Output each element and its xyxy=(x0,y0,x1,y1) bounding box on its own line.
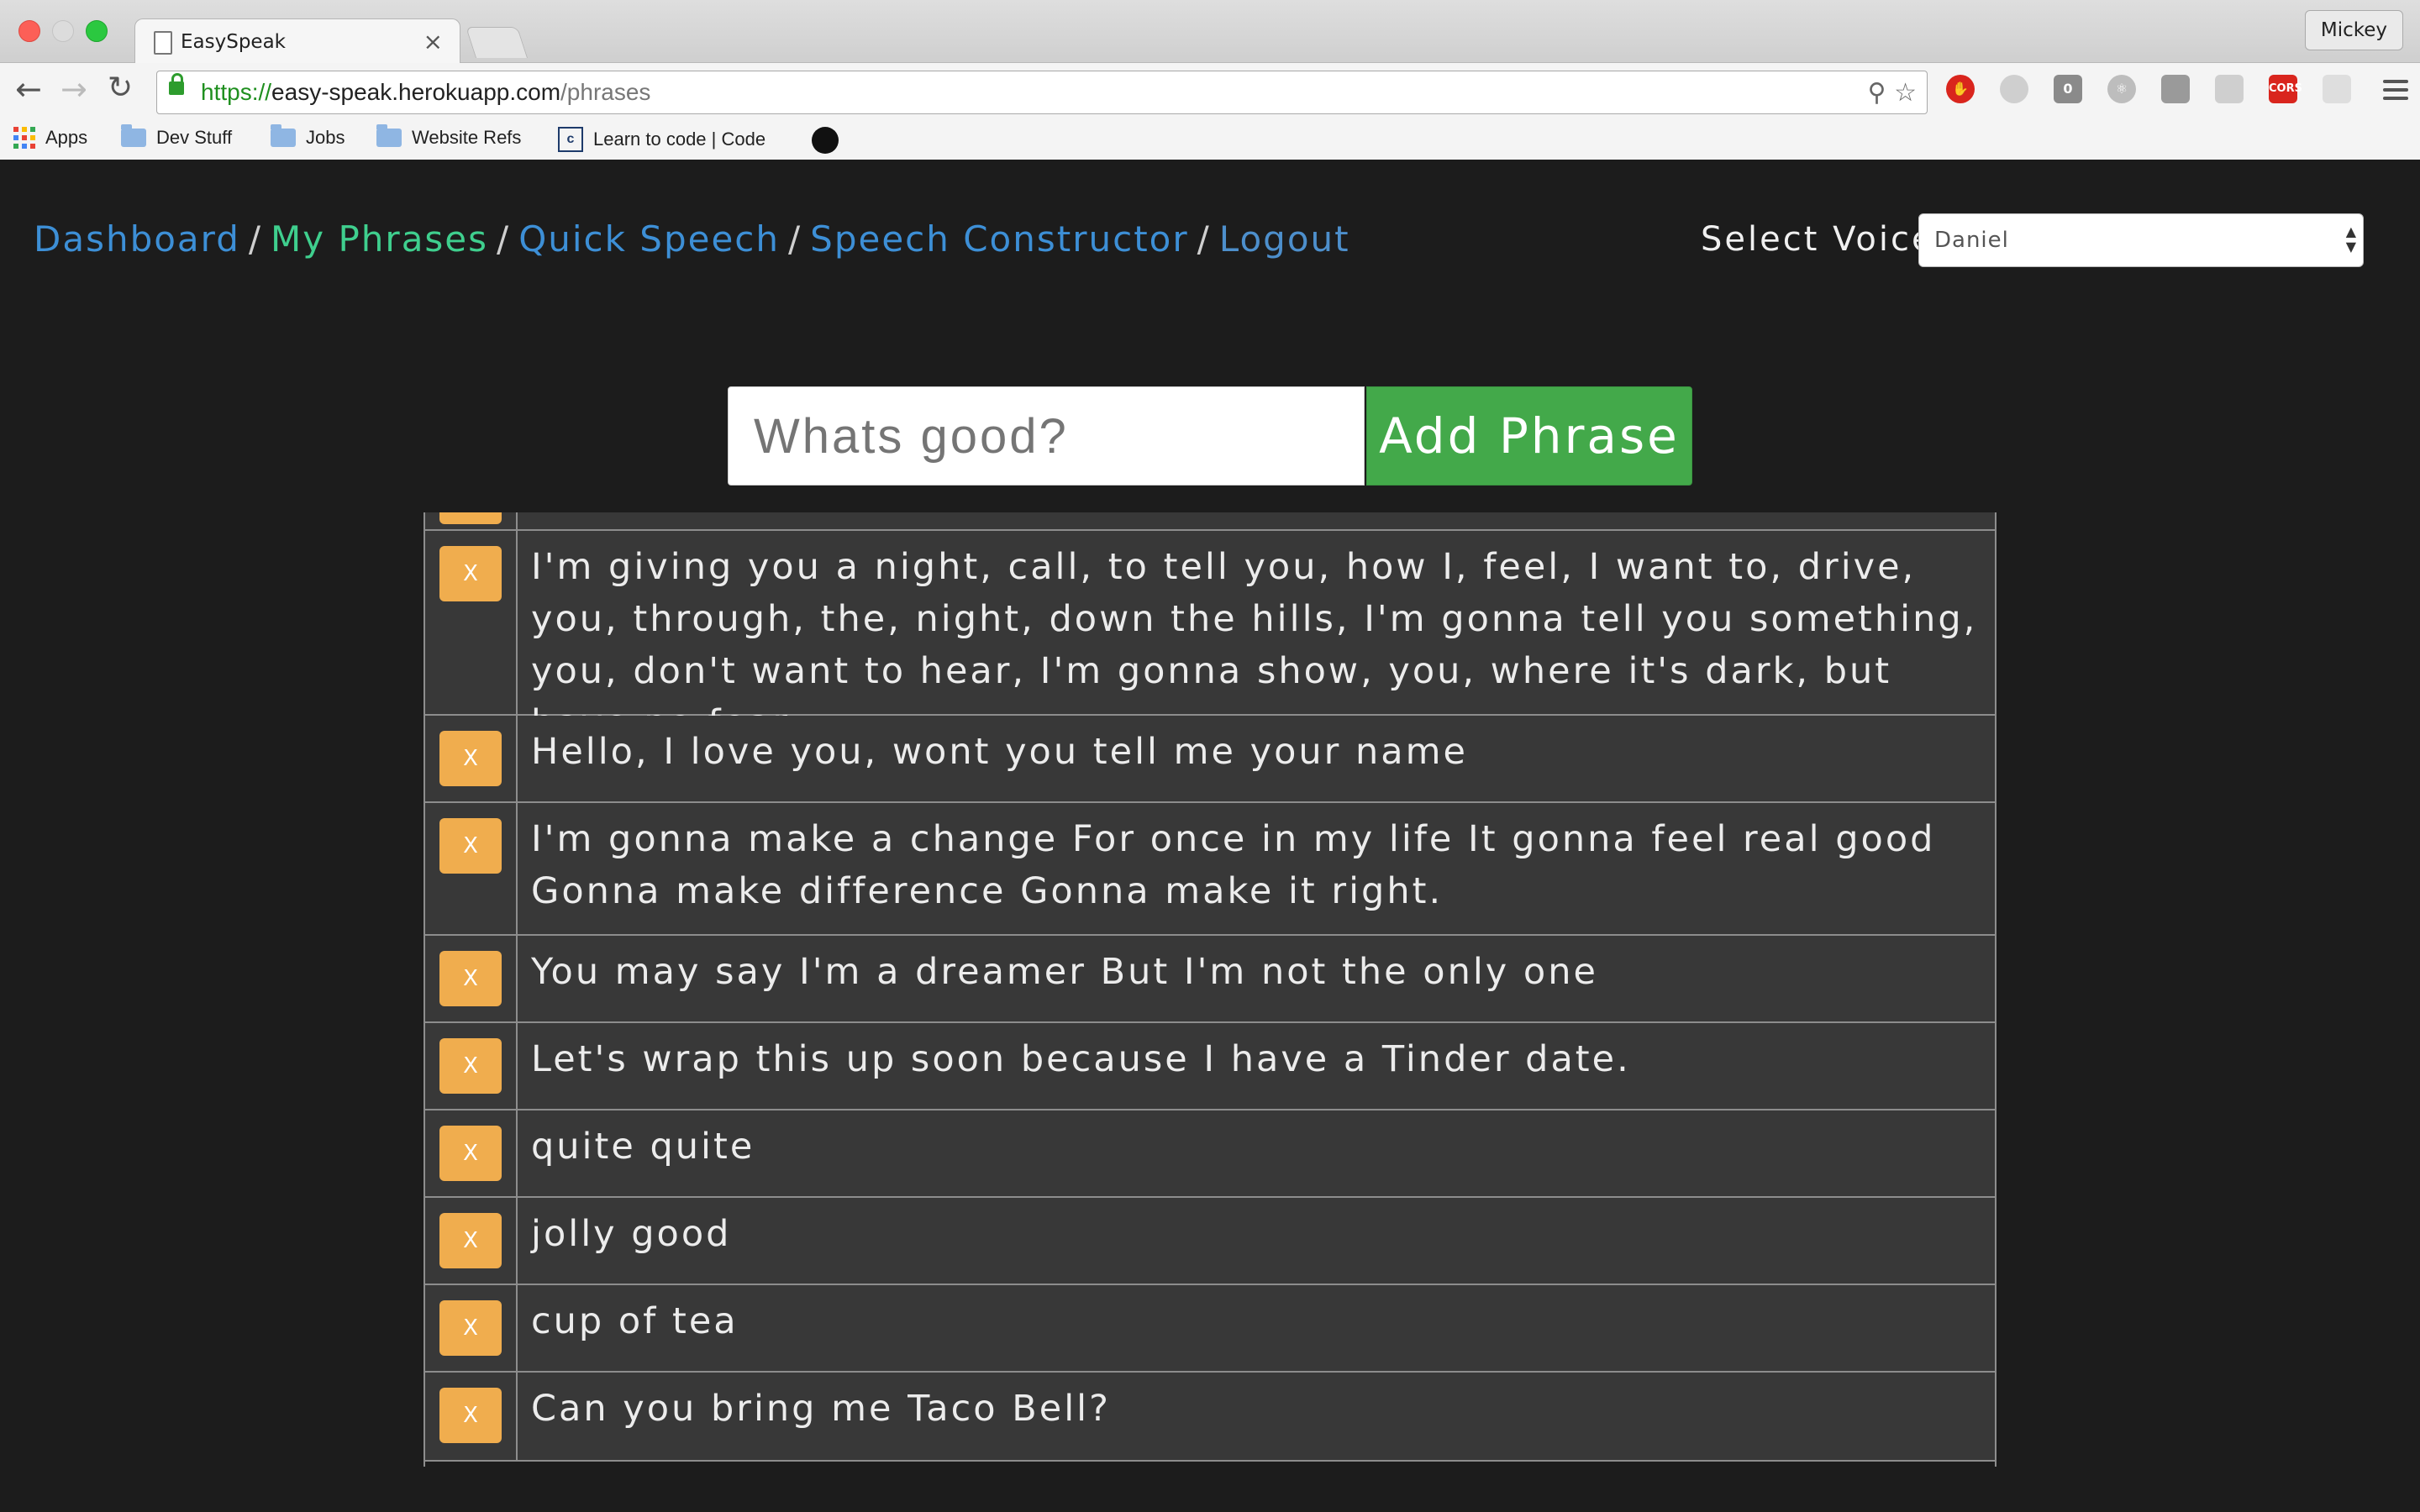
nav-separator: / xyxy=(788,218,802,260)
nav-link-my-phrases[interactable]: My Phrases xyxy=(271,218,488,260)
extension-icon[interactable] xyxy=(2161,75,2190,103)
page-content: Dashboard / My Phrases / Quick Speech / Speech… xyxy=(0,160,2420,1512)
codecademy-icon: c xyxy=(558,127,583,152)
delete-phrase-button[interactable]: X xyxy=(439,951,502,1006)
delete-phrase-button[interactable]: X xyxy=(439,512,502,524)
document-icon xyxy=(154,31,172,55)
phrase-input[interactable] xyxy=(728,386,1365,486)
tab-title: EasySpeak xyxy=(181,31,286,53)
delete-cell: X xyxy=(425,512,518,529)
phrase-text: Let's wrap this up soon because I have a… xyxy=(531,1038,1631,1080)
key-icon[interactable]: ⚲ xyxy=(1868,78,1886,108)
nav-link-dashboard[interactable]: Dashboard xyxy=(34,218,240,260)
address-bar[interactable]: https://easy-speak.herokuapp.com/phrases… xyxy=(156,71,1928,114)
phrase-row: X quite quite xyxy=(425,1110,1995,1198)
react-devtools-icon[interactable]: ⚛ xyxy=(2107,75,2136,103)
phrase-row: X jolly good xyxy=(425,1198,1995,1285)
phrase-text: jolly good xyxy=(531,1213,732,1255)
profile-button[interactable]: Mickey xyxy=(2304,10,2403,50)
breadcrumb-nav: Dashboard / My Phrases / Quick Speech / Speech… xyxy=(34,218,1350,260)
extension-icon[interactable] xyxy=(2215,75,2244,103)
folder-icon xyxy=(271,124,296,147)
phrase-text: Can you bring me Taco Bell? xyxy=(531,1388,1111,1430)
phrase-row: X xyxy=(425,512,1995,531)
delete-phrase-button[interactable]: X xyxy=(439,1388,502,1443)
delete-cell: X xyxy=(425,1198,518,1284)
extension-icon[interactable] xyxy=(2323,75,2351,103)
phrase-text: quite quite xyxy=(531,1126,755,1168)
phrase-text: Hello, I love you, wont you tell me your… xyxy=(531,731,1468,773)
browser-tab[interactable]: EasySpeak × xyxy=(134,18,460,65)
phrase-row: X You may say I'm a dreamer But I'm not … xyxy=(425,936,1995,1023)
delete-cell: X xyxy=(425,1285,518,1371)
nav-separator: / xyxy=(248,218,263,260)
phrase-list: X X I'm giving you a night, call, to tel… xyxy=(424,512,1996,1467)
bookmark-website-refs[interactable]: Website Refs xyxy=(376,124,521,149)
new-tab-button[interactable] xyxy=(465,27,529,58)
tab-close-icon[interactable]: × xyxy=(424,28,443,55)
phrase-row: X Hello, I love you, wont you tell me yo… xyxy=(425,716,1995,803)
delete-cell: X xyxy=(425,936,518,1021)
folder-icon xyxy=(121,124,146,147)
nav-separator: / xyxy=(1197,218,1211,260)
zero-extension-icon[interactable]: 0 xyxy=(2054,75,2082,103)
delete-cell: X xyxy=(425,531,518,714)
lock-icon xyxy=(169,73,184,95)
phrase-row: X I'm gonna make a change For once in my… xyxy=(425,803,1995,936)
nav-link-logout[interactable]: Logout xyxy=(1219,218,1350,260)
close-window-button[interactable] xyxy=(18,20,40,42)
folder-icon xyxy=(376,124,402,147)
delete-phrase-button[interactable]: X xyxy=(439,818,502,874)
delete-cell: X xyxy=(425,1023,518,1109)
nav-link-quick-speech[interactable]: Quick Speech xyxy=(518,218,780,260)
bookmark-jobs[interactable]: Jobs xyxy=(271,124,345,149)
back-arrow-icon[interactable]: ← xyxy=(15,73,42,105)
url-text: https://easy-speak.herokuapp.com/phrases xyxy=(201,79,651,105)
delete-phrase-button[interactable]: X xyxy=(439,1038,502,1094)
select-voice-label: Select Voice xyxy=(1701,220,1935,259)
delete-phrase-button[interactable]: X xyxy=(439,1126,502,1181)
nav-separator: / xyxy=(497,218,511,260)
menu-icon[interactable] xyxy=(2383,80,2408,105)
phrase-text: cup of tea xyxy=(531,1300,739,1342)
phrase-row: X Let's wrap this up soon because I have… xyxy=(425,1023,1995,1110)
bookmark-star-icon[interactable]: ☆ xyxy=(1894,78,1917,108)
minimize-window-button[interactable] xyxy=(52,20,74,42)
cors-extension-icon[interactable]: CORS xyxy=(2269,75,2302,103)
adblock-extension-icon[interactable]: ✋ xyxy=(1946,75,1975,103)
bookmark-apps[interactable]: Apps xyxy=(13,127,87,149)
forward-arrow-icon[interactable]: → xyxy=(60,73,87,105)
add-phrase-button[interactable]: Add Phrase xyxy=(1366,386,1692,486)
delete-cell: X xyxy=(425,1110,518,1196)
phrase-row: X cup of tea xyxy=(425,1285,1995,1373)
github-icon xyxy=(812,127,839,154)
delete-cell: X xyxy=(425,803,518,934)
voice-selected-value: Daniel xyxy=(1934,228,2009,253)
phrase-text: I'm gonna make a change For once in my l… xyxy=(531,818,1936,912)
delete-cell: X xyxy=(425,716,518,801)
bookmark-github[interactable] xyxy=(812,127,839,154)
extension-icon[interactable] xyxy=(2000,75,2028,103)
maximize-window-button[interactable] xyxy=(86,20,108,42)
delete-phrase-button[interactable]: X xyxy=(439,546,502,601)
phrase-text: You may say I'm a dreamer But I'm not th… xyxy=(531,951,1598,993)
delete-phrase-button[interactable]: X xyxy=(439,731,502,786)
phrase-row: X Can you bring me Taco Bell? xyxy=(425,1373,1995,1462)
delete-phrase-button[interactable]: X xyxy=(439,1300,502,1356)
bookmark-learn-to-code[interactable]: c Learn to code | Code xyxy=(558,127,765,152)
omnibox-icons: ⚲ ☆ xyxy=(1868,78,1917,108)
select-arrows-icon: ▲ ▼ xyxy=(2345,223,2356,255)
delete-cell: X xyxy=(425,1373,518,1460)
reload-icon[interactable]: ↻ xyxy=(108,73,133,103)
apps-grid-icon xyxy=(13,127,35,149)
voice-select[interactable]: Daniel ▲ ▼ xyxy=(1918,213,2364,267)
phrase-row: X I'm giving you a night, call, to tell … xyxy=(425,531,1995,744)
nav-link-speech-constructor[interactable]: Speech Constructor xyxy=(810,218,1188,260)
delete-phrase-button[interactable]: X xyxy=(439,1213,502,1268)
bookmark-dev-stuff[interactable]: Dev Stuff xyxy=(121,124,232,149)
browser-titlebar: EasySpeak × Mickey xyxy=(0,0,2420,65)
